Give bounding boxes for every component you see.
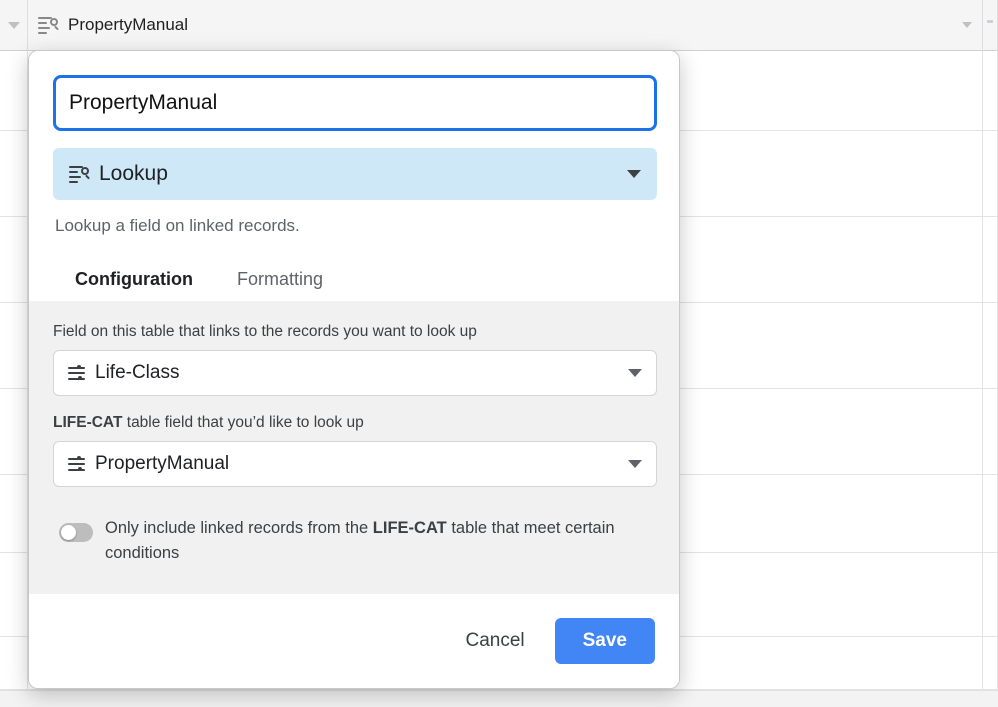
conditions-text-before: Only include linked records from the [105, 519, 373, 537]
chevron-down-icon[interactable] [628, 369, 642, 377]
tab-formatting[interactable]: Formatting [215, 258, 345, 301]
toggle-knob [61, 525, 76, 540]
field-type-select[interactable]: Lookup [53, 148, 657, 200]
lookup-field-label-rest: table field that you’d like to look up [122, 414, 364, 431]
save-button[interactable]: Save [554, 618, 655, 664]
conditions-text-table: LIFE-CAT [372, 519, 447, 537]
conditions-toggle-label: Only include linked records from the LIF… [105, 505, 625, 566]
field-name-input[interactable] [53, 75, 657, 131]
link-field-select[interactable]: Life-Class [53, 350, 657, 396]
conditions-toggle-row: Only include linked records from the LIF… [53, 505, 655, 566]
link-field-value: Life-Class [95, 362, 180, 383]
lookup-field-value: PropertyManual [95, 453, 230, 474]
field-type-description: Lookup a field on linked records. [55, 216, 300, 235]
dialog-footer: Cancel Save [29, 594, 679, 688]
lookup-field-select[interactable]: PropertyManual [53, 441, 657, 487]
conditions-toggle[interactable] [59, 523, 93, 542]
dialog-tabs: Configuration Formatting [53, 258, 655, 301]
lookup-field-label: LIFE-CAT table field that you’d like to … [53, 414, 655, 432]
dialog-top-section: Lookup Lookup a field on linked records.… [29, 51, 679, 301]
link-field-label: Field on this table that links to the re… [53, 323, 477, 340]
configuration-panel: Field on this table that links to the re… [29, 301, 679, 594]
chevron-down-icon[interactable] [628, 460, 642, 468]
field-type-label: Lookup [99, 162, 168, 185]
tab-configuration[interactable]: Configuration [53, 258, 215, 301]
field-settings-icon [68, 456, 85, 472]
field-editor-dialog: Lookup Lookup a field on linked records.… [28, 50, 680, 689]
lookup-icon [69, 165, 90, 184]
chevron-down-icon[interactable] [627, 170, 641, 178]
field-settings-icon [68, 365, 85, 381]
lookup-field-label-table: LIFE-CAT [53, 414, 123, 431]
cancel-button[interactable]: Cancel [451, 620, 538, 662]
